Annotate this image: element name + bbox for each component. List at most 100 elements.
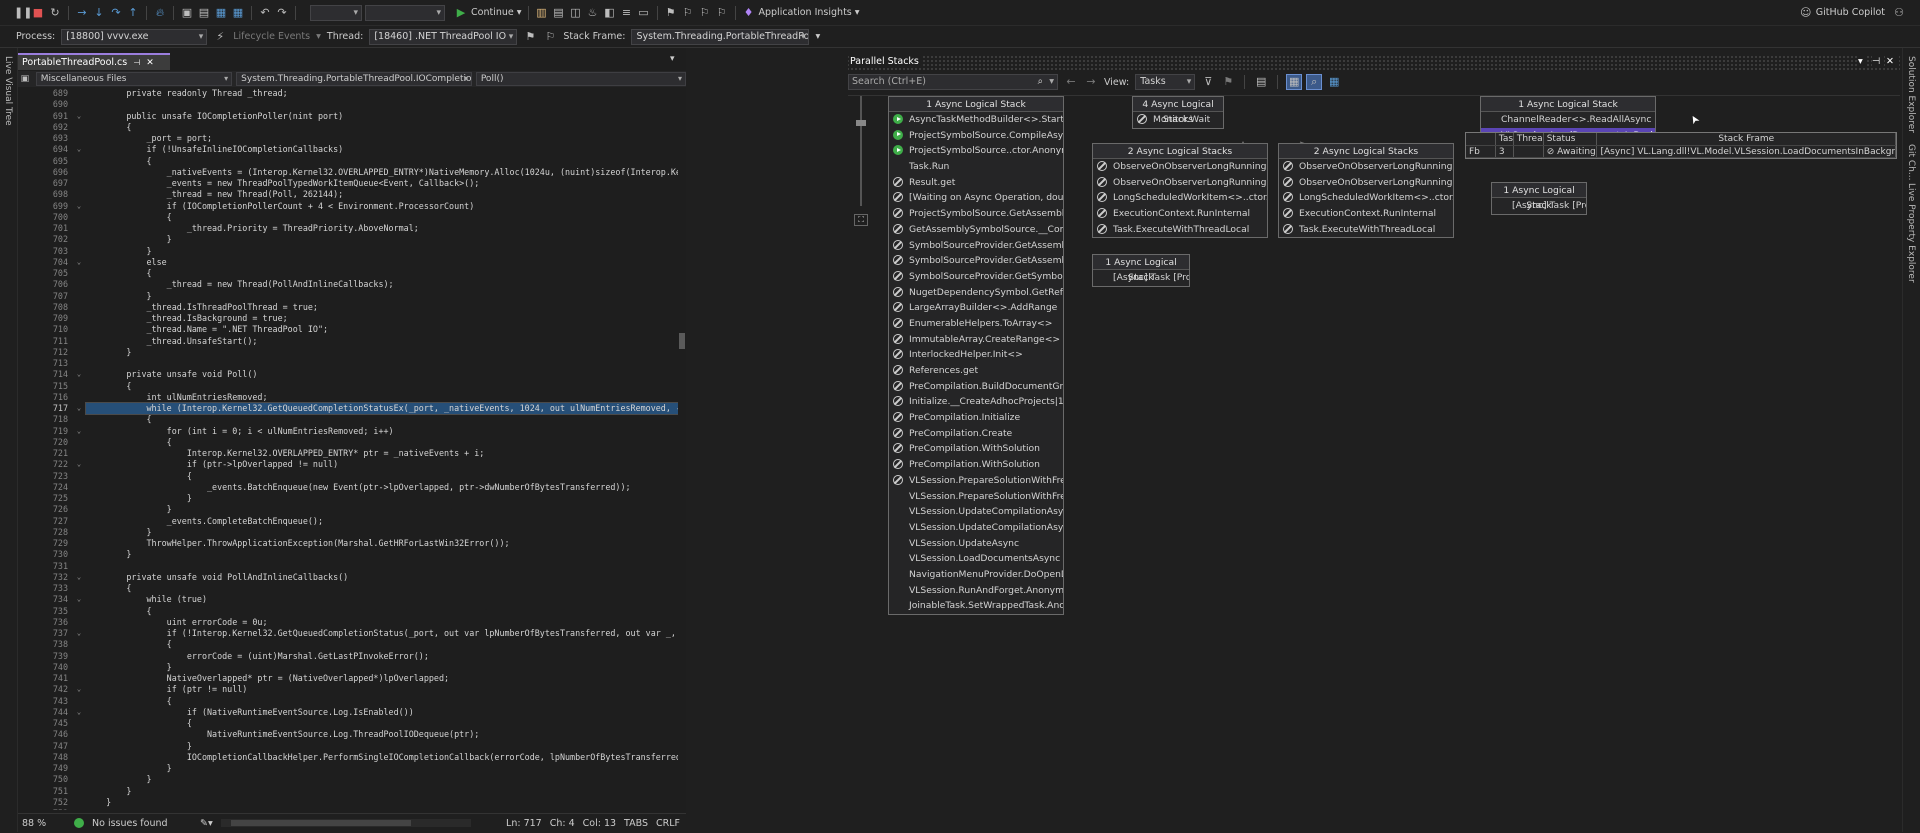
fold-icon[interactable] <box>72 448 86 459</box>
code-line[interactable]: 710 _thread.Name = ".NET ThreadPool IO"; <box>18 324 678 335</box>
code-cleanup-icon[interactable]: ✎▾ <box>200 818 213 829</box>
stop-icon[interactable]: ■ <box>31 6 45 20</box>
stacks-canvas[interactable]: ⛶ 1 Async Logical Stack AsyncTaskMethodBu… <box>848 95 1900 832</box>
code-line[interactable]: 725 } <box>18 493 678 504</box>
code-line[interactable]: 698 _thread = new Thread(Poll, 262144); <box>18 189 678 200</box>
forward-icon[interactable]: → <box>1084 75 1098 89</box>
fold-icon[interactable] <box>72 347 86 358</box>
fold-icon[interactable]: ⌄ <box>72 459 86 470</box>
next-bookmark-icon[interactable]: ⚐ <box>698 6 712 20</box>
solution-explorer-tab[interactable]: Solution Explorer <box>1906 56 1916 133</box>
back-icon[interactable]: ← <box>1064 75 1078 89</box>
stack-frame-row[interactable]: AsyncTaskMethodBuilder<>.Start<> <box>889 112 1063 128</box>
code-line[interactable]: 730 } <box>18 549 678 560</box>
hot-reload-icon[interactable]: 🔥︎ <box>153 6 167 20</box>
stack-frame-row[interactable]: EnumerableHelpers.ToArray<> <box>889 316 1063 332</box>
code-line[interactable]: 742 ⌄ if (ptr != null) <box>18 684 678 695</box>
layout-icon[interactable]: ▤ <box>552 6 566 20</box>
fold-icon[interactable] <box>72 178 86 189</box>
fold-icon[interactable] <box>72 88 86 99</box>
fold-icon[interactable]: ⌄ <box>72 144 86 155</box>
stack-frame-row[interactable]: VLSession.RunAndForget.AnonymousMethod..… <box>889 583 1063 599</box>
fold-icon[interactable] <box>72 538 86 549</box>
fold-icon[interactable] <box>72 651 86 662</box>
copilot-icon[interactable]: ☺ <box>1799 6 1813 20</box>
copilot-button[interactable]: GitHub Copilot <box>1816 7 1885 18</box>
fold-icon[interactable] <box>72 99 86 110</box>
stack-node-promise-left[interactable]: 1 Async Logical Stack[Async] Task [Promi… <box>1092 254 1190 287</box>
fold-icon[interactable] <box>72 471 86 482</box>
code-line[interactable]: 706 _thread = new Thread(PollAndInlineCa… <box>18 279 678 290</box>
code-line[interactable]: 691 ⌄ public unsafe IOCompletionPoller(ni… <box>18 111 678 122</box>
stack-frame-row[interactable]: LongScheduledWorkItem<>..ctor.AnonymousM <box>1093 190 1267 206</box>
fold-icon[interactable] <box>72 234 86 245</box>
stack-node-mid-b[interactable]: 2 Async Logical Stacks ObserveOnObserverL… <box>1278 143 1454 239</box>
code-line[interactable]: 753 <box>18 808 678 810</box>
code-line[interactable]: 713 <box>18 358 678 369</box>
stack-frame-row[interactable]: [Waiting on Async Operation, double-clic… <box>889 190 1063 206</box>
fold-icon[interactable] <box>72 381 86 392</box>
code-line[interactable]: 738 { <box>18 639 678 650</box>
window-close-icon[interactable]: ✕ <box>1886 56 1898 67</box>
step-over-icon[interactable]: ↷ <box>109 6 123 20</box>
stack-frame-row[interactable]: Task.Run <box>889 159 1063 175</box>
fold-icon[interactable] <box>72 673 86 684</box>
stack-frame-row[interactable]: PreCompilation.WithSolution <box>889 457 1063 473</box>
code-line[interactable]: 690 <box>18 99 678 110</box>
code-line[interactable]: 733 { <box>18 583 678 594</box>
code-line[interactable]: 729 ThrowHelper.ThrowApplicationExceptio… <box>18 538 678 549</box>
code-line[interactable]: 705 { <box>18 268 678 279</box>
stack-frame-row[interactable]: LargeArrayBuilder<>.AddRange <box>889 300 1063 316</box>
fold-icon[interactable]: ⌄ <box>72 403 86 414</box>
stack-frame-row[interactable]: ProjectSymbolSource.CompileAsync <box>889 128 1063 144</box>
show-next-statement-icon[interactable]: → <box>75 6 89 20</box>
stack-frame-row[interactable]: JoinableTask.SetWrappedTask.AnonymousMe.… <box>889 598 1063 614</box>
stack-frame-row[interactable]: GetAssemblySymbolSource.__Compute|27_0 <box>889 222 1063 238</box>
stack-frame-row[interactable]: VLSession.PrepareSolutionWithFreshSymbol… <box>889 489 1063 505</box>
code-line[interactable]: 689 private readonly Thread _thread; <box>18 88 678 99</box>
fold-icon[interactable] <box>72 291 86 302</box>
fold-icon[interactable]: ⌄ <box>72 111 86 122</box>
stack-frame-row[interactable]: PreCompilation.Initialize <box>889 410 1063 426</box>
pin-icon[interactable]: ⊣ <box>133 58 140 67</box>
code-line[interactable]: 704 ⌄ else <box>18 257 678 268</box>
stack-frame-row[interactable]: ObserveOnObserverLongRunning<>.Drain <box>1093 159 1267 175</box>
code-line[interactable]: 717 ⌄ while (Interop.Kernel32.GetQueuedCo… <box>18 401 678 416</box>
fold-icon[interactable] <box>72 246 86 257</box>
fold-icon[interactable] <box>72 808 86 810</box>
stack-frame-row[interactable]: ObserveOnObserverLongRunning<>..cctor.An… <box>1093 175 1267 191</box>
code-line[interactable]: 703 } <box>18 246 678 257</box>
fold-icon[interactable] <box>72 729 86 740</box>
project-dropdown[interactable]: Miscellaneous Files <box>35 72 233 86</box>
fold-icon[interactable] <box>72 302 86 313</box>
live-property-explorer-tab[interactable]: Live Property Explorer <box>1906 183 1916 283</box>
code-line[interactable]: 714 ⌄ private unsafe void Poll() <box>18 369 678 380</box>
stack-frame-row[interactable]: PreCompilation.BuildDocumentGraph <box>889 379 1063 395</box>
code-line[interactable]: 728 } <box>18 527 678 538</box>
break-all-icon[interactable]: ❚❚ <box>14 6 32 20</box>
stack-frame-row[interactable]: VLSession.UpdateAsync <box>889 536 1063 552</box>
fold-icon[interactable] <box>72 527 86 538</box>
stack-frame-row[interactable]: [Async] Task [Promise] <box>1093 270 1189 286</box>
code-line[interactable]: 747 } <box>18 741 678 752</box>
fold-icon[interactable] <box>72 336 86 347</box>
platform-dropdown[interactable] <box>365 4 445 21</box>
prev-bookmark-icon[interactable]: ⚐ <box>681 6 695 20</box>
tooltip-task-row[interactable]: Fb 3 ⊘ Awaiting [Async] VL.Lang.dll!VL.Mode… <box>1466 145 1897 158</box>
save-all-icon[interactable]: ▦ <box>231 6 245 20</box>
code-line[interactable]: 696 _nativeEvents = (Interop.Kernel32.OV… <box>18 167 678 178</box>
stack-frame-row[interactable]: InterlockedHelper.Init<> <box>889 347 1063 363</box>
continue-button[interactable]: Continue <box>471 7 514 18</box>
stack-frame-row[interactable]: VLSession.LoadDocumentsAsync <box>889 551 1063 567</box>
code-line[interactable]: 731 <box>18 561 678 572</box>
continue-dropdown-icon[interactable]: ▾ <box>517 7 522 18</box>
fold-icon[interactable] <box>72 493 86 504</box>
code-line[interactable]: 702 } <box>18 234 678 245</box>
fold-icon[interactable] <box>72 662 86 673</box>
stack-frame-row[interactable]: ExecutionContext.RunInternal <box>1093 206 1267 222</box>
code-line[interactable]: 708 _thread.IsThreadPoolThread = true; <box>18 302 678 313</box>
method-view-icon[interactable]: ▤ <box>1254 75 1268 89</box>
restart-icon[interactable]: ↻ <box>48 6 62 20</box>
issues-status[interactable]: No issues found <box>92 818 192 829</box>
stack-node-promise-right[interactable]: 1 Async Logical Stack[Async] Task [Promi… <box>1491 182 1587 215</box>
